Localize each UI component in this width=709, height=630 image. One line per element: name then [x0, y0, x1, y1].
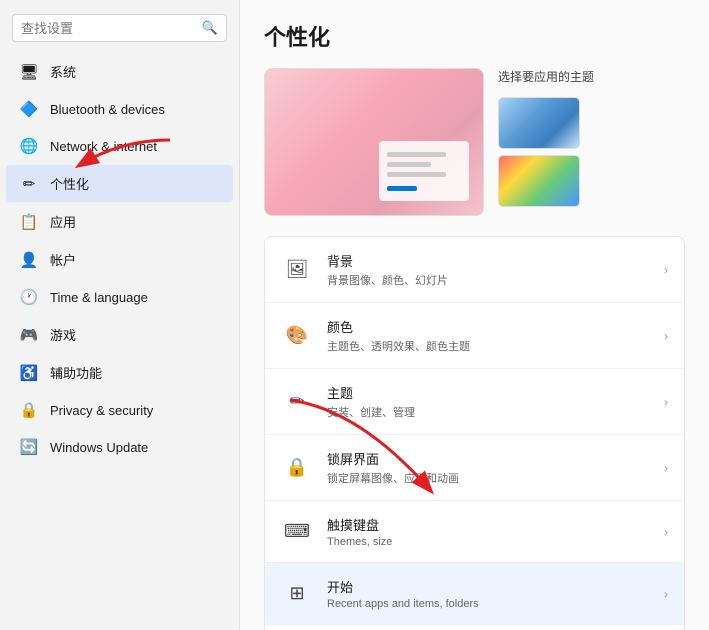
privacy-icon: 🔒	[20, 401, 38, 419]
sidebar-item-label-network: Network & internet	[50, 139, 157, 154]
settings-item-background[interactable]: 🖼 背景背景图像、颜色、幻灯片 ›	[265, 237, 684, 303]
sidebar-item-gaming[interactable]: 🎮 游戏	[6, 316, 233, 353]
sidebar-item-label-bluetooth: Bluetooth & devices	[50, 102, 165, 117]
settings-text-start: 开始 Recent apps and items, folders	[327, 577, 650, 610]
sidebar-item-network[interactable]: 🌐 Network & internet	[6, 128, 233, 164]
settings-item-lockscreen[interactable]: 🔒 锁屏界面锁定屏幕图像、应用和动画 ›	[265, 435, 684, 501]
sidebar-item-label-accounts: 帐户	[50, 250, 76, 269]
settings-title-background: 背景	[327, 251, 650, 270]
sidebar-item-windows-update[interactable]: 🔄 Windows Update	[6, 429, 233, 465]
sidebar-item-label-privacy: Privacy & security	[50, 403, 153, 418]
settings-title-color: 颜色	[327, 317, 650, 336]
sidebar-item-accounts[interactable]: 👤 帐户	[6, 241, 233, 278]
settings-chevron-color: ›	[664, 329, 668, 343]
touch-keyboard-icon: ⌨	[281, 516, 313, 548]
sidebar-item-accessibility[interactable]: ♿ 辅助功能	[6, 354, 233, 391]
main-content: 个性化 选择要应用的主题 🖼 背景背景图像、颜色、幻灯片 › 🎨 颜色主题色、透明效果、…	[240, 0, 709, 630]
theme-preview-window	[379, 141, 469, 201]
theme-section: 选择要应用的主题	[264, 68, 685, 216]
sidebar-item-privacy[interactable]: 🔒 Privacy & security	[6, 392, 233, 428]
sidebar-item-label-time: Time & language	[50, 290, 148, 305]
personalize-icon: ✏	[20, 175, 38, 193]
settings-title-theme: 主题	[327, 383, 650, 402]
bluetooth-icon: 🔷	[20, 100, 38, 118]
theme-thumbnails-panel: 选择要应用的主题	[498, 68, 594, 216]
nav-list: 🖥 系统 🔷 Bluetooth & devices 🌐 Network & intern…	[0, 52, 239, 630]
settings-item-color[interactable]: 🎨 颜色主题色、透明效果、颜色主题 ›	[265, 303, 684, 369]
preview-line-1	[387, 152, 446, 157]
theme-preview-main[interactable]	[264, 68, 484, 216]
page-title: 个性化	[264, 20, 685, 52]
windows-update-icon: 🔄	[20, 438, 38, 456]
color-icon: 🎨	[281, 320, 313, 352]
theme-thumb-blue[interactable]	[498, 97, 580, 149]
theme-icon: ✏	[281, 386, 313, 418]
settings-chevron-touch-keyboard: ›	[664, 525, 668, 539]
sidebar-item-label-personalize: 个性化	[50, 174, 89, 193]
start-icon: ⊞	[281, 578, 313, 610]
settings-list: 🖼 背景背景图像、颜色、幻灯片 › 🎨 颜色主题色、透明效果、颜色主题 › ✏ 主题安装、创建…	[264, 236, 685, 630]
background-icon: 🖼	[281, 254, 313, 286]
lockscreen-icon: 🔒	[281, 452, 313, 484]
search-icon: 🔍	[202, 20, 218, 36]
settings-text-color: 颜色主题色、透明效果、颜色主题	[327, 317, 650, 354]
settings-text-lockscreen: 锁屏界面锁定屏幕图像、应用和动画	[327, 449, 650, 486]
settings-chevron-background: ›	[664, 263, 668, 277]
settings-chevron-theme: ›	[664, 395, 668, 409]
settings-text-touch-keyboard: 触摸键盘 Themes, size	[327, 515, 650, 548]
sidebar-item-apps[interactable]: 📋 应用	[6, 203, 233, 240]
settings-item-taskbar[interactable]: ▬任务栏任务栏行为、系统固定›	[265, 625, 684, 630]
accounts-icon: 👤	[20, 251, 38, 269]
search-box[interactable]: 🔍	[12, 14, 227, 42]
time-icon: 🕐	[20, 288, 38, 306]
system-icon: 🖥	[20, 63, 38, 81]
sidebar-item-time[interactable]: 🕐 Time & language	[6, 279, 233, 315]
settings-title-start: 开始	[327, 577, 650, 596]
apps-icon: 📋	[20, 213, 38, 231]
theme-thumb-colorful[interactable]	[498, 155, 580, 207]
settings-subtitle-background: 背景图像、颜色、幻灯片	[327, 272, 650, 288]
network-icon: 🌐	[20, 137, 38, 155]
sidebar-item-label-gaming: 游戏	[50, 325, 76, 344]
preview-line-3	[387, 172, 446, 177]
settings-text-theme: 主题安装、创建、管理	[327, 383, 650, 420]
sidebar-item-bluetooth[interactable]: 🔷 Bluetooth & devices	[6, 91, 233, 127]
search-input[interactable]	[21, 21, 202, 36]
settings-chevron-start: ›	[664, 587, 668, 601]
sidebar-item-system[interactable]: 🖥 系统	[6, 53, 233, 90]
settings-title-lockscreen: 锁屏界面	[327, 449, 650, 468]
settings-subtitle-touch-keyboard: Themes, size	[327, 536, 650, 548]
settings-title-touch-keyboard: 触摸键盘	[327, 515, 650, 534]
gaming-icon: 🎮	[20, 326, 38, 344]
sidebar-item-personalize[interactable]: ✏ 个性化	[6, 165, 233, 202]
settings-item-start[interactable]: ⊞ 开始 Recent apps and items, folders ›	[265, 563, 684, 625]
sidebar-item-label-system: 系统	[50, 62, 76, 81]
sidebar-item-label-windows-update: Windows Update	[50, 440, 148, 455]
theme-select-label: 选择要应用的主题	[498, 68, 594, 85]
preview-button	[387, 186, 417, 191]
settings-item-theme[interactable]: ✏ 主题安装、创建、管理 ›	[265, 369, 684, 435]
sidebar: 🔍 🖥 系统 🔷 Bluetooth & devices 🌐 Network & inte…	[0, 0, 240, 630]
settings-subtitle-color: 主题色、透明效果、颜色主题	[327, 338, 650, 354]
settings-text-background: 背景背景图像、颜色、幻灯片	[327, 251, 650, 288]
settings-chevron-lockscreen: ›	[664, 461, 668, 475]
settings-subtitle-start: Recent apps and items, folders	[327, 598, 650, 610]
settings-subtitle-lockscreen: 锁定屏幕图像、应用和动画	[327, 470, 650, 486]
sidebar-item-label-accessibility: 辅助功能	[50, 363, 102, 382]
settings-item-touch-keyboard[interactable]: ⌨ 触摸键盘 Themes, size ›	[265, 501, 684, 563]
settings-subtitle-theme: 安装、创建、管理	[327, 404, 650, 420]
accessibility-icon: ♿	[20, 364, 38, 382]
preview-line-2	[387, 162, 431, 167]
sidebar-item-label-apps: 应用	[50, 212, 76, 231]
